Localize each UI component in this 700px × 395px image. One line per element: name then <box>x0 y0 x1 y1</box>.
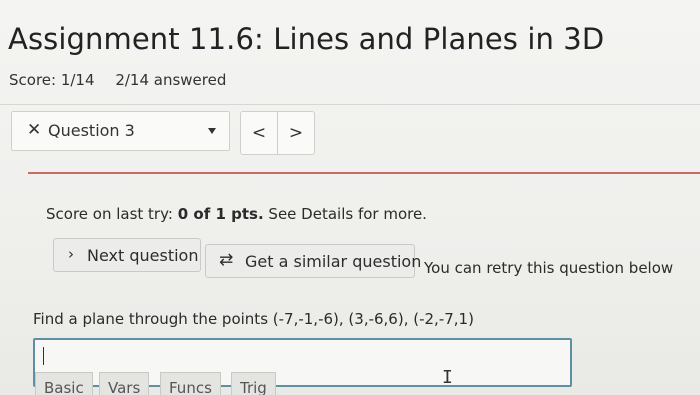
last-try-prefix: Score on last try: <box>46 205 173 223</box>
question-text: Find a plane through the points (-7,-1,-… <box>33 310 474 328</box>
question-select-label: Question 3 <box>48 121 135 140</box>
retry-note: You can retry this question below <box>424 259 674 277</box>
tab-funcs[interactable]: Funcs <box>160 372 221 395</box>
question-select[interactable]: ✕ Question 3 <box>11 111 230 151</box>
text-cursor <box>43 347 44 365</box>
last-try-points: 0 of 1 pts. <box>177 205 264 223</box>
similar-question-button[interactable]: ⇄ Get a similar question <box>205 244 421 278</box>
next-question-label: Next question <box>87 246 199 265</box>
chevron-left-icon: < <box>251 123 267 143</box>
refresh-icon: ⇄ <box>219 250 234 270</box>
tab-basic[interactable]: Basic <box>35 372 93 395</box>
mouse-ibeam-icon: I <box>442 367 453 388</box>
question-divider <box>28 172 700 174</box>
assignment-page: Assignment 11.6: Lines and Planes in 3D … <box>0 0 700 395</box>
caret-down-icon <box>208 128 216 134</box>
tab-vars[interactable]: Vars <box>99 372 150 395</box>
header-divider <box>0 104 700 105</box>
math-toolbar: Basic Vars Funcs Trig <box>33 372 333 395</box>
chevron-right-icon: > <box>288 123 304 143</box>
next-question-button[interactable]: › Next question <box>53 238 201 272</box>
tab-trig[interactable]: Trig <box>231 372 276 395</box>
x-icon: ✕ <box>27 120 42 140</box>
similar-question-label: Get a similar question <box>245 252 422 271</box>
answered-count: 2/14 answered <box>115 71 227 89</box>
previous-question-button[interactable]: < <box>240 111 278 155</box>
last-try-suffix: See Details for more. <box>268 205 427 223</box>
score-text: Score: 1/14 <box>9 71 95 89</box>
next-question-arrow-button[interactable]: > <box>277 111 315 155</box>
chevron-right-icon: › <box>68 245 74 263</box>
page-title: Assignment 11.6: Lines and Planes in 3D <box>8 22 605 56</box>
last-try-score: Score on last try: 0 of 1 pts. See Detai… <box>46 205 427 223</box>
score-summary: Score: 1/14 2/14 answered <box>9 71 226 89</box>
